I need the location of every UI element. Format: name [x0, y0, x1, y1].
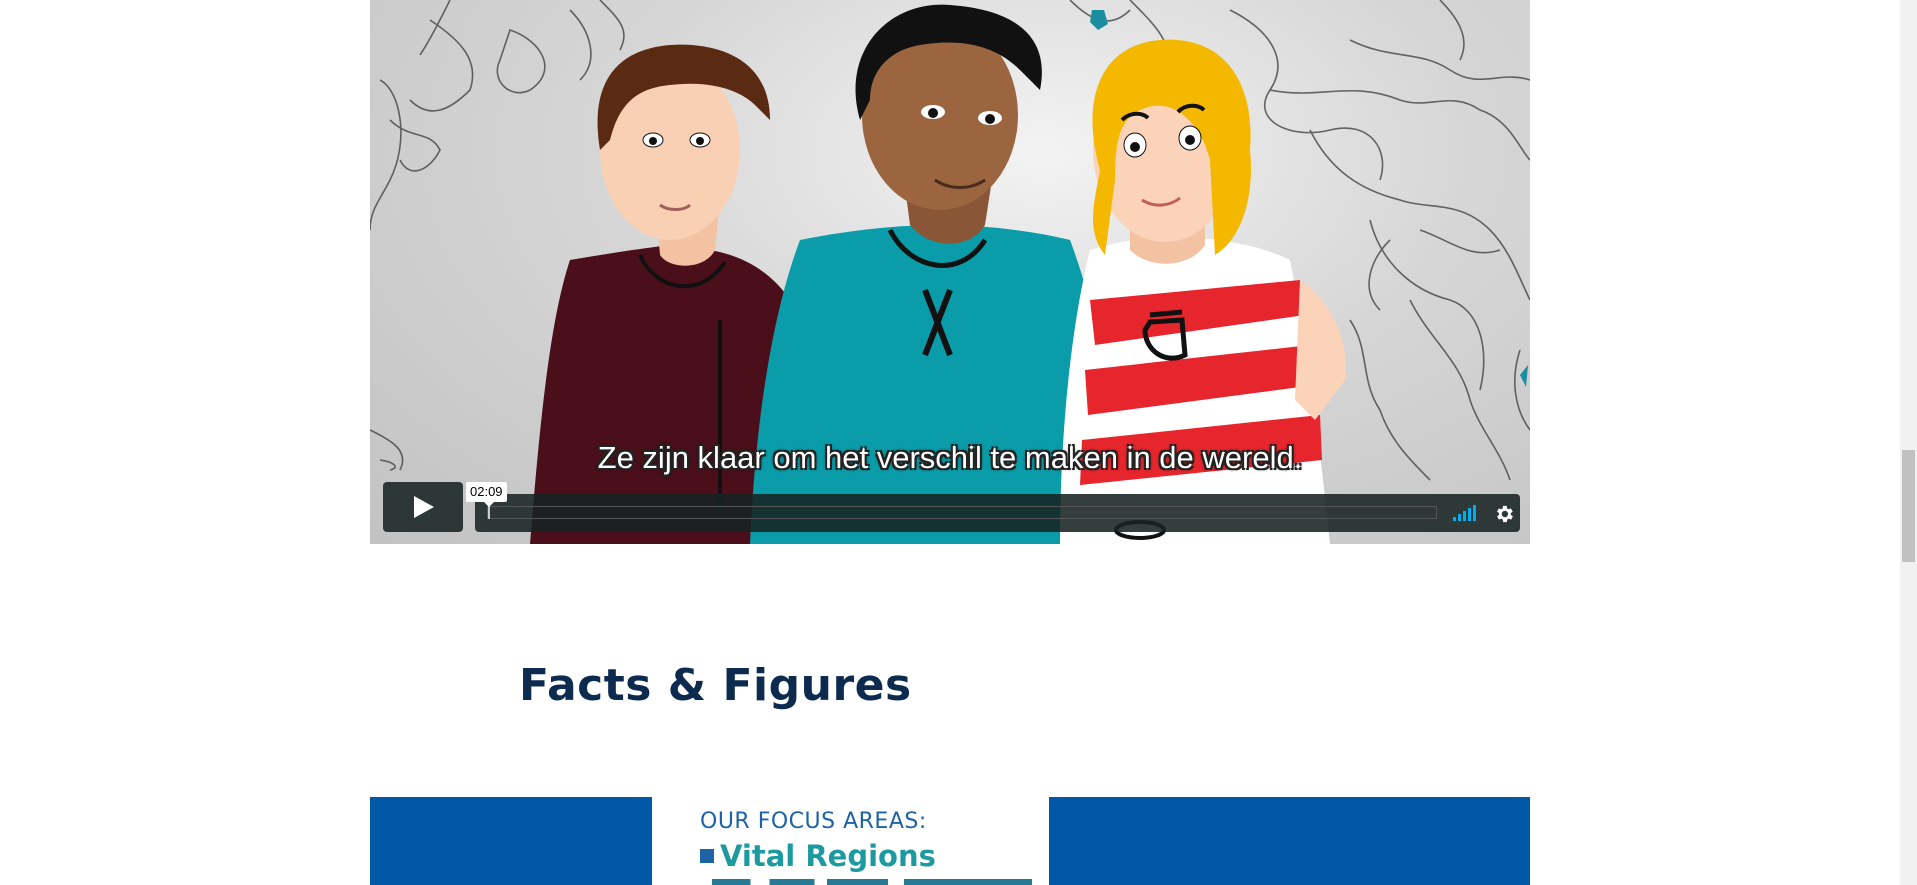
focus-area-item-cropped [712, 879, 1032, 885]
play-button[interactable] [383, 482, 463, 532]
focus-areas-banner: OUR FOCUS AREAS: Vital Regions [370, 797, 1530, 885]
video-subtitle: Ze zijn klaar om het verschil te maken i… [597, 440, 1303, 475]
video-control-bar [475, 494, 1520, 532]
scrollbar-thumb[interactable] [1902, 450, 1915, 562]
focus-area-item: Vital Regions [700, 839, 936, 873]
play-icon [414, 496, 434, 518]
volume-bars-icon[interactable] [1453, 505, 1483, 521]
progress-playhead[interactable] [488, 506, 490, 519]
time-tooltip: 02:09 [466, 482, 507, 507]
focus-areas-title: OUR FOCUS AREAS: [700, 809, 927, 834]
gear-icon[interactable] [1493, 503, 1515, 525]
focus-areas-card: OUR FOCUS AREAS: Vital Regions [652, 797, 1049, 885]
scrollbar-track[interactable] [1900, 0, 1917, 885]
video-player[interactable]: Ze zijn klaar om het verschil te maken i… [370, 0, 1530, 544]
focus-area-label: Vital Regions [720, 839, 936, 873]
progress-bar[interactable] [487, 506, 1437, 519]
section-heading: Facts & Figures [519, 660, 912, 711]
square-bullet-icon [700, 849, 714, 863]
